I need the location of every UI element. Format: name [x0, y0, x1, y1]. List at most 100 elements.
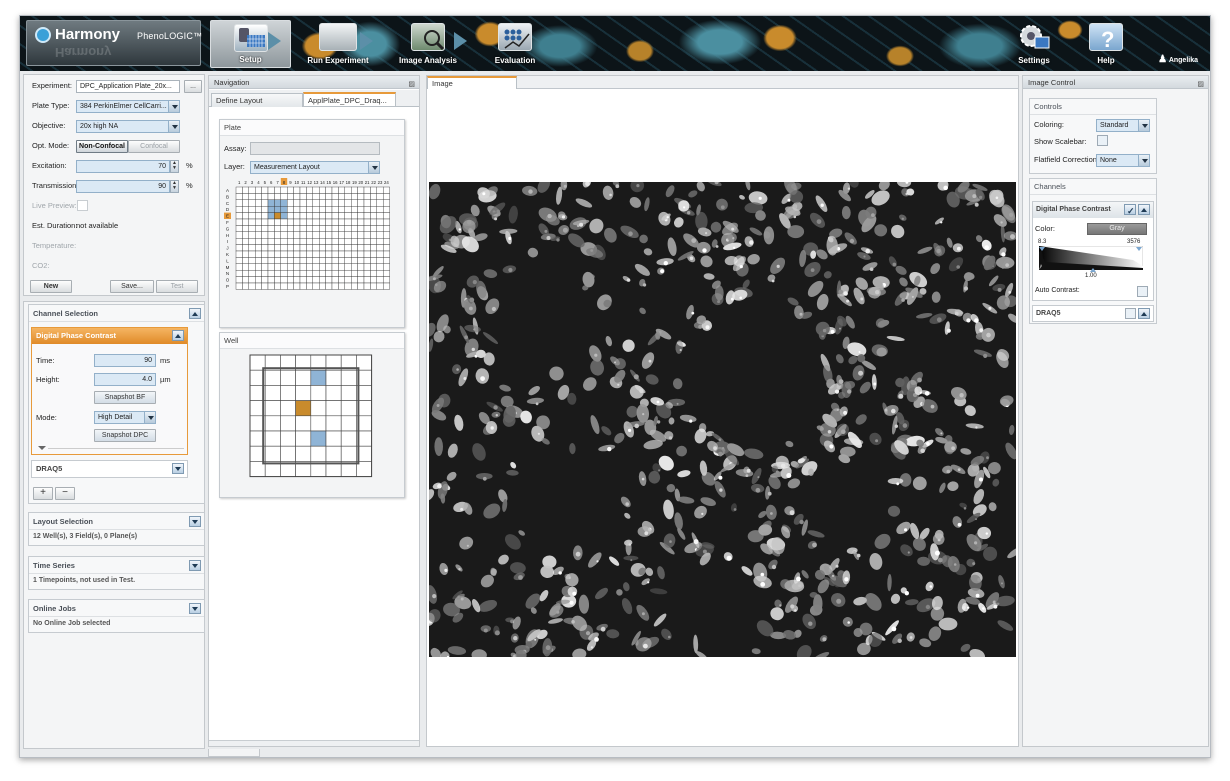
plate-well[interactable]: [293, 231, 301, 239]
plate-well[interactable]: [331, 257, 339, 265]
plate-well[interactable]: [235, 212, 243, 220]
plate-well[interactable]: [318, 269, 326, 277]
plate-well[interactable]: [286, 282, 294, 290]
plate-well[interactable]: [312, 193, 320, 200]
plate-well[interactable]: [312, 225, 320, 233]
plate-well[interactable]: [325, 263, 333, 271]
plate-well[interactable]: [293, 263, 301, 271]
pin-icon[interactable]: ▨: [1197, 78, 1204, 91]
plate-well[interactable]: [338, 282, 346, 290]
field-cell[interactable]: [325, 400, 342, 417]
plate-well[interactable]: [255, 257, 262, 265]
plate-well[interactable]: [299, 269, 307, 277]
field-cell[interactable]: [310, 445, 327, 462]
plate-well[interactable]: [261, 225, 269, 233]
plate-well[interactable]: [370, 269, 377, 277]
plate-well[interactable]: [293, 186, 301, 194]
plate-well[interactable]: [248, 269, 256, 277]
plate-well[interactable]: [331, 186, 339, 194]
plate-well[interactable]: [299, 218, 307, 226]
plate-well[interactable]: [306, 257, 314, 265]
plate-well[interactable]: [280, 263, 288, 271]
plate-well[interactable]: [299, 231, 307, 239]
plate-well[interactable]: [261, 206, 269, 213]
plate-well[interactable]: [338, 257, 346, 265]
time-series-header[interactable]: Time Series: [29, 557, 204, 574]
plate-well[interactable]: [370, 186, 377, 194]
plate-well[interactable]: [318, 186, 326, 194]
plate-well[interactable]: [306, 218, 314, 226]
plate-well[interactable]: [357, 218, 365, 226]
plate-well[interactable]: [312, 218, 320, 226]
plate-well[interactable]: [274, 212, 282, 220]
plate-well[interactable]: [338, 225, 346, 233]
plate-well[interactable]: [255, 212, 262, 220]
plate-well[interactable]: [357, 193, 365, 200]
plate-well[interactable]: [312, 206, 320, 213]
plate-well[interactable]: [338, 193, 346, 200]
plate-well[interactable]: [299, 257, 307, 265]
plate-well[interactable]: [331, 193, 339, 200]
plate-well[interactable]: [363, 212, 371, 220]
field-cell[interactable]: [325, 415, 342, 432]
plate-well[interactable]: [280, 269, 288, 277]
transmission-stepper[interactable]: ▲ ▼: [170, 180, 179, 193]
field-cell[interactable]: [295, 415, 312, 432]
plate-well[interactable]: [370, 244, 377, 252]
field-cell[interactable]: [325, 385, 342, 401]
plate-well[interactable]: [382, 186, 390, 194]
plate-well[interactable]: [274, 218, 282, 226]
plate-well[interactable]: [293, 225, 301, 233]
channel-selection-header[interactable]: Channel Selection: [29, 305, 204, 322]
plate-well[interactable]: [293, 206, 301, 213]
plate-well[interactable]: [286, 269, 294, 277]
plate-well[interactable]: [306, 225, 314, 233]
nav-settings-button[interactable]: Settings: [1004, 20, 1064, 68]
plate-well[interactable]: [350, 225, 358, 233]
plate-well[interactable]: [318, 218, 326, 226]
plate-well[interactable]: [350, 193, 358, 200]
plate-well[interactable]: [344, 206, 352, 213]
plate-well[interactable]: [280, 250, 288, 258]
flatfield-select[interactable]: None: [1096, 154, 1150, 167]
plate-well[interactable]: [261, 231, 269, 239]
plate-well[interactable]: [370, 225, 377, 233]
plate-well[interactable]: [261, 218, 269, 226]
plate-well[interactable]: [248, 186, 256, 194]
plate-well[interactable]: [267, 193, 275, 200]
plate-well[interactable]: [382, 206, 390, 213]
plate-well[interactable]: [255, 250, 262, 258]
plate-well[interactable]: [274, 250, 282, 258]
plate-well[interactable]: [274, 269, 282, 277]
plate-well[interactable]: [248, 282, 256, 290]
plate-well[interactable]: [235, 231, 243, 239]
plate-well[interactable]: [338, 186, 346, 194]
plate-well[interactable]: [267, 269, 275, 277]
plate-well[interactable]: [376, 263, 384, 271]
plate-well[interactable]: [318, 263, 326, 271]
field-cell[interactable]: [295, 385, 312, 401]
plate-well[interactable]: [331, 231, 339, 239]
plate-well[interactable]: [363, 186, 371, 194]
tab-image[interactable]: Image: [427, 76, 517, 89]
plate-well[interactable]: [363, 263, 371, 271]
plate-well[interactable]: [242, 218, 249, 226]
plate-well[interactable]: [382, 276, 390, 284]
plate-well[interactable]: [274, 231, 282, 239]
plate-well[interactable]: [344, 276, 352, 284]
field-cell[interactable]: [264, 415, 281, 432]
tab-define-layout[interactable]: Define Layout: [211, 93, 303, 107]
plate-well[interactable]: [382, 218, 390, 226]
plate-well[interactable]: [235, 282, 243, 290]
plate-well[interactable]: [363, 231, 371, 239]
plate-well[interactable]: [299, 250, 307, 258]
coloring-select[interactable]: Standard: [1096, 119, 1150, 132]
plate-well[interactable]: [350, 244, 358, 252]
plate-well[interactable]: [274, 238, 282, 245]
plate-well[interactable]: [299, 212, 307, 220]
plate-well[interactable]: [344, 263, 352, 271]
plate-well[interactable]: [306, 186, 314, 194]
plate-well[interactable]: [261, 269, 269, 277]
plate-well[interactable]: [267, 238, 275, 245]
plate-well[interactable]: [242, 193, 249, 200]
